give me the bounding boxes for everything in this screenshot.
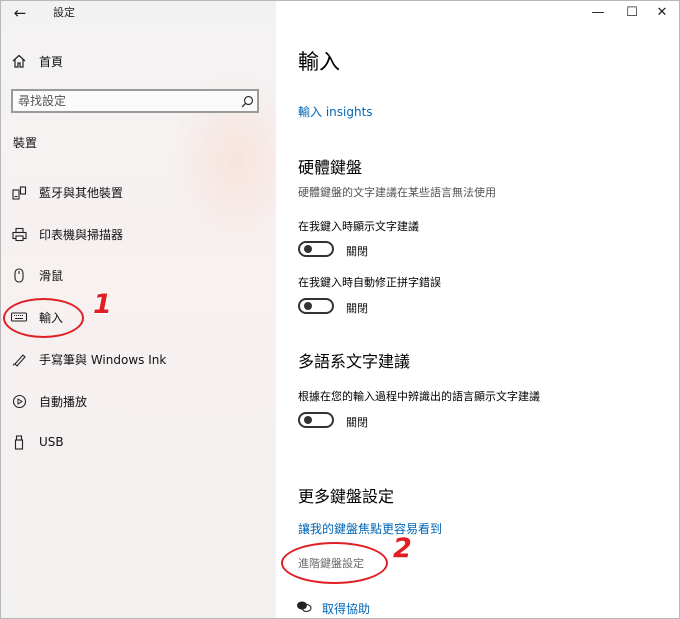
search-box[interactable] xyxy=(11,89,259,113)
sidebar-item-label: 手寫筆與 Windows Ink xyxy=(39,352,167,367)
sidebar-item-printers[interactable]: 印表機與掃描器 xyxy=(1,219,276,249)
search-input[interactable] xyxy=(13,93,237,109)
multilingual-toggle[interactable] xyxy=(298,412,334,428)
help-chat-icon xyxy=(296,599,312,618)
toggle-knob xyxy=(304,245,312,253)
printer-icon xyxy=(11,226,27,242)
usb-icon xyxy=(11,434,27,450)
sidebar-item-usb[interactable]: USB xyxy=(1,427,276,457)
close-button[interactable]: ✕ xyxy=(645,1,679,23)
toggle-knob xyxy=(304,302,312,310)
sidebar-item-bluetooth[interactable]: 藍牙與其他裝置 xyxy=(1,177,276,207)
minimize-button[interactable]: — xyxy=(581,1,615,23)
toggle-knob xyxy=(304,416,312,424)
maximize-icon: ☐ xyxy=(626,4,638,20)
sidebar-item-home[interactable]: 首頁 xyxy=(1,46,276,76)
sidebar-item-autoplay[interactable]: 自動播放 xyxy=(1,386,276,416)
sidebar-item-label: 自動播放 xyxy=(39,394,88,409)
keyboard-focus-link[interactable]: 讓我的鍵盤焦點更容易看到 xyxy=(298,520,442,537)
autocorrect-label: 在我鍵入時自動修正拼字錯誤 xyxy=(298,276,441,289)
multilingual-state: 關閉 xyxy=(346,416,368,429)
back-arrow-icon: ← xyxy=(13,4,27,22)
get-help-label: 取得協助 xyxy=(322,602,371,616)
hardware-keyboard-heading: 硬體鍵盤 xyxy=(298,158,363,177)
sidebar-item-label: 輸入 xyxy=(39,310,64,325)
search-icon[interactable] xyxy=(237,95,257,108)
sidebar-item-label: 藍牙與其他裝置 xyxy=(39,185,124,200)
show-suggestions-label: 在我鍵入時顯示文字建議 xyxy=(298,220,419,233)
advanced-keyboard-settings-link[interactable]: 進階鍵盤設定 xyxy=(298,555,364,571)
maximize-button[interactable]: ☐ xyxy=(615,1,649,23)
multilingual-heading: 多語系文字建議 xyxy=(298,352,411,371)
home-icon xyxy=(11,53,27,69)
more-keyboard-settings-heading: 更多鍵盤設定 xyxy=(298,487,395,506)
annotation-number-one: 1 xyxy=(93,289,112,320)
get-help-link[interactable]: 取得協助 xyxy=(296,599,370,618)
sidebar-item-label: 印表機與掃描器 xyxy=(39,227,124,242)
multilingual-label: 根據在您的輸入過程中辨識出的語言顯示文字建議 xyxy=(298,390,540,403)
section-heading: 裝置 xyxy=(13,136,38,150)
minimize-icon: — xyxy=(591,4,605,20)
app-title: 設定 xyxy=(53,6,75,19)
autocorrect-state: 關閉 xyxy=(346,302,368,315)
autocorrect-toggle[interactable] xyxy=(298,298,334,314)
mouse-icon xyxy=(11,267,27,283)
annotation-number-two: 2 xyxy=(393,533,412,564)
sidebar: ← 設定 首頁 裝置 藍牙與其他裝置 印表機與掃描器 xyxy=(1,1,301,618)
pen-icon xyxy=(11,351,27,367)
sidebar-item-pen[interactable]: 手寫筆與 Windows Ink xyxy=(1,344,276,374)
bluetooth-devices-icon xyxy=(11,184,27,200)
sidebar-item-label: 滑鼠 xyxy=(39,268,64,283)
sidebar-item-mouse[interactable]: 滑鼠 xyxy=(1,260,276,290)
sidebar-item-label: USB xyxy=(39,435,64,449)
sidebar-item-typing[interactable]: 輸入 xyxy=(1,302,276,332)
main-pane: — ☐ ✕ 輸入 輸入 insights 硬體鍵盤 硬體鍵盤的文字建議在某些語言… xyxy=(276,1,679,618)
typing-insights-link[interactable]: 輸入 insights xyxy=(298,103,373,120)
sidebar-item-label: 首頁 xyxy=(39,54,64,69)
back-button[interactable]: ← xyxy=(9,3,31,23)
show-suggestions-state: 關閉 xyxy=(346,245,368,258)
keyboard-icon xyxy=(11,309,27,325)
page-title: 輸入 xyxy=(298,50,340,74)
close-icon: ✕ xyxy=(656,4,668,20)
show-suggestions-toggle[interactable] xyxy=(298,241,334,257)
hardware-keyboard-description: 硬體鍵盤的文字建議在某些語言無法使用 xyxy=(298,186,496,199)
settings-window: ← 設定 首頁 裝置 藍牙與其他裝置 印表機與掃描器 xyxy=(0,0,680,619)
autoplay-icon xyxy=(11,393,27,409)
